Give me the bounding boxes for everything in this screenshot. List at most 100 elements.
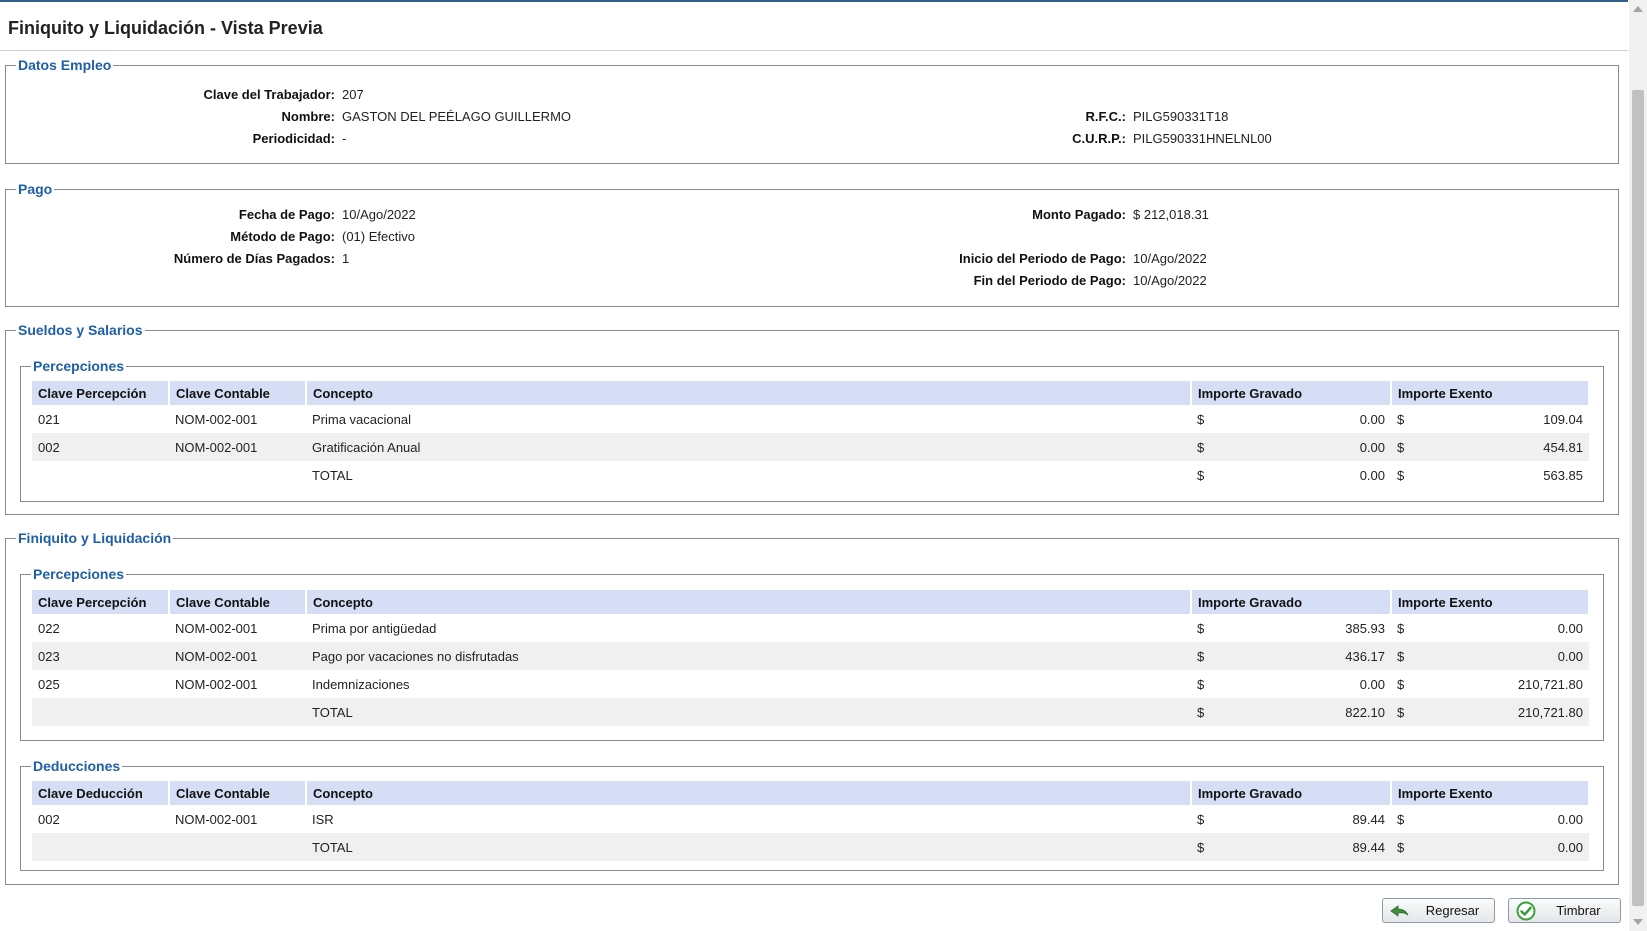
column-header[interactable]: Importe Exento <box>1391 781 1590 805</box>
currency-symbol: $ <box>1197 439 1205 455</box>
metodo-pago-value: (01) Efectivo <box>342 229 415 244</box>
currency-symbol: $ <box>1197 411 1205 427</box>
gravado-cell: $0.00 <box>1191 670 1391 698</box>
gravado-amount: 436.17 <box>1345 648 1385 664</box>
clave-cell: 025 <box>38 676 60 692</box>
clave-contable-cell: NOM-002-001 <box>175 676 258 692</box>
clave-contable-cell: NOM-002-001 <box>175 411 258 427</box>
table-header-row: Clave Deducción Clave Contable Concepto … <box>32 781 1590 805</box>
total-exento-cell: $0.00 <box>1391 833 1589 861</box>
gravado-amount: 0.00 <box>1359 411 1385 427</box>
column-header[interactable]: Concepto <box>306 590 1192 614</box>
currency-symbol: $ <box>1397 620 1405 636</box>
inicio-periodo-value: 10/Ago/2022 <box>1133 251 1207 266</box>
table-row: 025 NOM-002-001 Indemnizaciones $0.00 $2… <box>32 670 1589 698</box>
exento-amount: 210,721.80 <box>1517 676 1583 692</box>
currency-symbol: $ <box>1397 439 1405 455</box>
total-gravado-amount: 0.00 <box>1359 467 1385 483</box>
concepto-cell: Pago por vacaciones no disfrutadas <box>306 642 1191 670</box>
gravado-cell: $0.00 <box>1191 433 1391 461</box>
total-row: TOTAL $0.00 $563.85 <box>32 461 1589 489</box>
exento-amount: 454.81 <box>1543 439 1583 455</box>
clave-contable-cell: NOM-002-001 <box>175 811 258 827</box>
page-title: Finiquito y Liquidación - Vista Previa <box>8 18 323 38</box>
title-divider <box>0 50 1628 51</box>
gravado-amount: 0.00 <box>1359 439 1385 455</box>
gravado-cell: $436.17 <box>1191 642 1391 670</box>
exento-amount: 109.04 <box>1543 411 1583 427</box>
exento-amount: 0.00 <box>1557 811 1583 827</box>
datos-empleo-legend: Datos Empleo <box>18 57 112 73</box>
currency-symbol: $ <box>1397 411 1405 427</box>
column-header[interactable]: Importe Exento <box>1391 590 1590 614</box>
inicio-periodo-label: Inicio del Periodo de Pago: <box>959 251 1126 266</box>
table-row: 023 NOM-002-001 Pago por vacaciones no d… <box>32 642 1589 670</box>
column-header[interactable]: Clave Deducción <box>32 781 170 805</box>
monto-pagado-label: Monto Pagado: <box>1032 207 1126 222</box>
currency-symbol: $ <box>1197 648 1205 664</box>
curp-label: C.U.R.P.: <box>1072 131 1126 146</box>
column-header[interactable]: Clave Contable <box>169 781 307 805</box>
currency-symbol: $ <box>1397 811 1405 827</box>
total-gravado-amount: 822.10 <box>1345 704 1385 720</box>
concepto-cell: Prima por antigüedad <box>312 620 437 636</box>
sueldos-percepciones-table: Clave Percepción Clave Contable Concepto… <box>32 381 1590 489</box>
currency-symbol: $ <box>1197 704 1205 720</box>
column-header[interactable]: Importe Exento <box>1391 381 1590 405</box>
column-header[interactable]: Clave Contable <box>169 590 307 614</box>
timbrar-button[interactable]: Timbrar <box>1508 898 1621 923</box>
clave-cell: 021 <box>38 411 60 427</box>
concepto-cell: Prima vacacional <box>312 411 411 427</box>
column-header[interactable]: Clave Percepción <box>32 590 170 614</box>
concepto-cell: Indemnizaciones <box>312 676 410 692</box>
scrollbar-thumb[interactable] <box>1632 90 1644 906</box>
sueldos-legend: Sueldos y Salarios <box>18 322 143 338</box>
total-exento-amount: 563.85 <box>1543 467 1583 483</box>
monto-pagado-value: $ 212,018.31 <box>1133 207 1209 222</box>
currency-symbol: $ <box>1197 620 1205 636</box>
vertical-scrollbar[interactable] <box>1629 0 1647 931</box>
total-gravado-cell: $0.00 <box>1191 461 1391 489</box>
concepto-cell: ISR <box>312 811 334 827</box>
timbrar-label: Timbrar <box>1556 903 1601 918</box>
clave-cell: 002 <box>38 811 60 827</box>
column-header[interactable]: Concepto <box>306 781 1192 805</box>
scroll-up-icon[interactable] <box>1633 6 1643 12</box>
sueldos-percepciones-legend: Percepciones <box>33 358 125 374</box>
clave-trabajador-label: Clave del Trabajador: <box>203 87 336 102</box>
table-row: 021 NOM-002-001 Prima vacacional $0.00 $… <box>32 405 1589 433</box>
currency-symbol: $ <box>1397 676 1405 692</box>
rfc-field: R.F.C.: PILG590331T18 <box>0 106 1229 128</box>
deducciones-legend: Deducciones <box>33 758 121 774</box>
total-label: TOTAL <box>306 833 1191 861</box>
regresar-button[interactable]: Regresar <box>1382 898 1495 923</box>
column-header[interactable]: Clave Percepción <box>32 381 170 405</box>
table-row: 002 NOM-002-001 Gratificación Anual $0.0… <box>32 433 1589 461</box>
column-header[interactable]: Importe Gravado <box>1191 381 1392 405</box>
finiquito-percepciones-table: Clave Percepción Clave Contable Concepto… <box>32 590 1590 726</box>
clave-cell: 023 <box>32 642 169 670</box>
total-label: TOTAL <box>312 467 353 483</box>
exento-cell: $454.81 <box>1391 433 1589 461</box>
fin-periodo-field: Fin del Periodo de Pago: 10/Ago/2022 <box>0 270 1207 292</box>
gravado-amount: 89.44 <box>1352 811 1385 827</box>
scroll-down-icon[interactable] <box>1633 919 1643 925</box>
exento-cell: $0.00 <box>1391 614 1589 642</box>
fin-periodo-label: Fin del Periodo de Pago: <box>973 273 1126 288</box>
column-header[interactable]: Importe Gravado <box>1191 590 1392 614</box>
column-header[interactable]: Concepto <box>306 381 1192 405</box>
total-gravado-amount: 89.44 <box>1352 839 1385 855</box>
checkmark-icon <box>1515 900 1537 922</box>
gravado-amount: 0.00 <box>1359 676 1385 692</box>
gravado-cell: $89.44 <box>1191 805 1391 833</box>
concepto-cell: Gratificación Anual <box>306 433 1191 461</box>
inicio-periodo-field: Inicio del Periodo de Pago: 10/Ago/2022 <box>0 248 1207 270</box>
clave-cell: 002 <box>32 433 169 461</box>
top-accent-line <box>0 0 1628 2</box>
column-header[interactable]: Clave Contable <box>169 381 307 405</box>
column-header[interactable]: Importe Gravado <box>1191 781 1392 805</box>
exento-cell: $210,721.80 <box>1391 670 1589 698</box>
total-exento-amount: 0.00 <box>1557 839 1583 855</box>
currency-symbol: $ <box>1197 839 1205 855</box>
clave-contable-cell: NOM-002-001 <box>169 642 306 670</box>
